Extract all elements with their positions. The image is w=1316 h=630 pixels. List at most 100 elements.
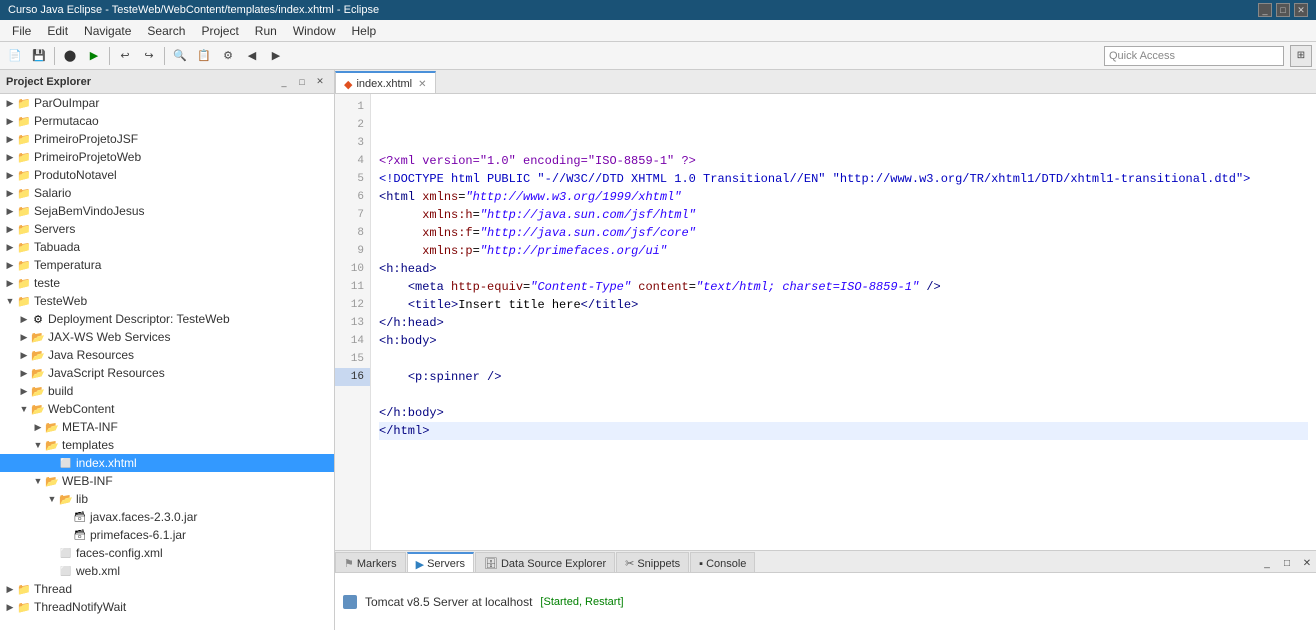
tree-icon-templates: 📂 — [44, 437, 60, 453]
tree-item-templates[interactable]: ▼📂templates — [0, 436, 334, 454]
tree-item-metainf[interactable]: ▶📂META-INF — [0, 418, 334, 436]
tree-arrow-primeiroprojeto: ▶ — [4, 134, 16, 145]
menu-window[interactable]: Window — [285, 22, 344, 40]
tree-item-webinf[interactable]: ▼📂WEB-INF — [0, 472, 334, 490]
bottom-close-btn[interactable]: ✕ — [1298, 554, 1316, 572]
tree-item-parouimpar[interactable]: ▶📁ParOuImpar — [0, 94, 334, 112]
tree-item-indexxhtml[interactable]: ⬜index.xhtml — [0, 454, 334, 472]
tree-arrow-thread: ▶ — [4, 584, 16, 595]
close-panel-button[interactable]: ✕ — [312, 74, 328, 90]
tree-arrow-lib: ▼ — [46, 494, 58, 504]
toolbar-btn-5[interactable]: ⚙ — [217, 45, 239, 67]
tree-item-jsresources[interactable]: ▶📂JavaScript Resources — [0, 364, 334, 382]
tree-item-primeiroprojeto[interactable]: ▶📁PrimeiroProjetoJSF — [0, 130, 334, 148]
tree-item-jsf-jar[interactable]: 🗃javax.faces-2.3.0.jar — [0, 508, 334, 526]
menu-edit[interactable]: Edit — [39, 22, 76, 40]
bottom-minimize-btn[interactable]: _ — [1258, 554, 1276, 572]
tree-item-lib[interactable]: ▼📂lib — [0, 490, 334, 508]
tree-arrow-metainf: ▶ — [32, 422, 44, 433]
tree-label-jaxws: JAX-WS Web Services — [48, 330, 170, 344]
tab-console[interactable]: ▪ Console — [690, 552, 755, 572]
tree-item-teste[interactable]: ▶📁teste — [0, 274, 334, 292]
project-tree[interactable]: ▶📁ParOuImpar▶📁Permutacao▶📁PrimeiroProjet… — [0, 94, 334, 630]
tree-item-deploymentdesc[interactable]: ▶⚙Deployment Descriptor: TesteWeb — [0, 310, 334, 328]
tree-label-indexxhtml: index.xhtml — [76, 456, 137, 470]
tree-icon-tabuada: 📁 — [16, 239, 32, 255]
tab-servers-label: Servers — [427, 558, 465, 570]
menu-project[interactable]: Project — [193, 22, 246, 40]
line-numbers: 12345678910111213141516 — [335, 94, 371, 550]
title-bar: Curso Java Eclipse - TesteWeb/WebContent… — [0, 0, 1316, 20]
tree-item-webcontent[interactable]: ▼📂WebContent — [0, 400, 334, 418]
menu-search[interactable]: Search — [139, 22, 193, 40]
tab-markers[interactable]: ⚑ Markers — [335, 552, 406, 572]
maximize-panel-button[interactable]: □ — [294, 74, 310, 90]
tree-item-threadnotify[interactable]: ▶📁ThreadNotifyWait — [0, 598, 334, 616]
server-status: [Started, Restart] — [540, 596, 623, 608]
toolbar-btn-2[interactable]: ↪ — [138, 45, 160, 67]
tree-arrow-primeiroprojeto2: ▶ — [4, 152, 16, 163]
main-toolbar: 📄 💾 ⬤ ▶ ↩ ↪ 🔍 📋 ⚙ ◀ ▶ Quick Access ⊞ — [0, 42, 1316, 70]
tree-item-sejabem[interactable]: ▶📁SejaBemVindoJesus — [0, 202, 334, 220]
run-button[interactable]: ▶ — [83, 45, 105, 67]
tree-item-testeweb[interactable]: ▼📁TesteWeb — [0, 292, 334, 310]
debug-button[interactable]: ⬤ — [59, 45, 81, 67]
tree-item-servers[interactable]: ▶📁Servers — [0, 220, 334, 238]
tree-item-javaresources[interactable]: ▶📂Java Resources — [0, 346, 334, 364]
new-button[interactable]: 📄 — [4, 45, 26, 67]
code-line-4: xmlns:h="http://java.sun.com/jsf/html" — [379, 206, 1308, 224]
quick-access-box[interactable]: Quick Access — [1104, 46, 1284, 66]
tree-item-salario[interactable]: ▶📁Salario — [0, 184, 334, 202]
tree-item-jaxws[interactable]: ▶📂JAX-WS Web Services — [0, 328, 334, 346]
tree-label-lib: lib — [76, 492, 88, 506]
menu-run[interactable]: Run — [247, 22, 285, 40]
toolbar-btn-4[interactable]: 📋 — [193, 45, 215, 67]
tree-item-facesconfig[interactable]: ⬜faces-config.xml — [0, 544, 334, 562]
tree-item-pf-jar[interactable]: 🗃primefaces-6.1.jar — [0, 526, 334, 544]
tree-item-thread[interactable]: ▶📁Thread — [0, 580, 334, 598]
line-number-13: 13 — [335, 314, 370, 332]
tree-item-primeiroprojeto2[interactable]: ▶📁PrimeiroProjetoWeb — [0, 148, 334, 166]
markers-icon: ⚑ — [344, 557, 354, 570]
bottom-maximize-btn[interactable]: □ — [1278, 554, 1296, 572]
tree-arrow-threadnotify: ▶ — [4, 602, 16, 613]
tab-close-button[interactable]: ✕ — [418, 79, 426, 90]
maximize-button[interactable]: □ — [1276, 3, 1290, 17]
tree-label-servers: Servers — [34, 222, 75, 236]
toolbar-btn-7[interactable]: ▶ — [265, 45, 287, 67]
tree-item-produtonotavel[interactable]: ▶📁ProdutoNotavel — [0, 166, 334, 184]
tab-index-xhtml[interactable]: ◆ index.xhtml ✕ — [335, 71, 436, 93]
tab-servers[interactable]: ▶ Servers — [407, 552, 474, 572]
toolbar-btn-6[interactable]: ◀ — [241, 45, 263, 67]
tree-item-webxml[interactable]: ⬜web.xml — [0, 562, 334, 580]
window-controls[interactable]: _ □ ✕ — [1258, 3, 1308, 17]
save-button[interactable]: 💾 — [28, 45, 50, 67]
tree-item-build[interactable]: ▶📂build — [0, 382, 334, 400]
tree-icon-parouimpar: 📁 — [16, 95, 32, 111]
minimize-panel-button[interactable]: _ — [276, 74, 292, 90]
menu-file[interactable]: File — [4, 22, 39, 40]
perspective-button[interactable]: ⊞ — [1290, 45, 1312, 67]
tree-item-temperatura[interactable]: ▶📁Temperatura — [0, 256, 334, 274]
close-button[interactable]: ✕ — [1294, 3, 1308, 17]
tab-datasource[interactable]: 🗄 Data Source Explorer — [475, 552, 615, 572]
code-line-8: <meta http-equiv="Content-Type" content=… — [379, 278, 1308, 296]
code-editor[interactable]: 12345678910111213141516 <?xml version="1… — [335, 94, 1316, 550]
tree-arrow-javaresources: ▶ — [18, 350, 30, 361]
project-explorer-header: Project Explorer _ □ ✕ — [0, 70, 334, 94]
tree-arrow-permutacao: ▶ — [4, 116, 16, 127]
window-title: Curso Java Eclipse - TesteWeb/WebContent… — [8, 4, 379, 16]
minimize-button[interactable]: _ — [1258, 3, 1272, 17]
menu-navigate[interactable]: Navigate — [76, 22, 139, 40]
code-content[interactable]: <?xml version="1.0" encoding="ISO-8859-1… — [371, 94, 1316, 550]
tree-item-permutacao[interactable]: ▶📁Permutacao — [0, 112, 334, 130]
tree-item-tabuada[interactable]: ▶📁Tabuada — [0, 238, 334, 256]
toolbar-btn-3[interactable]: 🔍 — [169, 45, 191, 67]
toolbar-btn-1[interactable]: ↩ — [114, 45, 136, 67]
tree-label-jsf-jar: javax.faces-2.3.0.jar — [90, 510, 197, 524]
tab-snippets[interactable]: ✂ Snippets — [616, 552, 689, 572]
tree-arrow-webcontent: ▼ — [18, 404, 30, 414]
menu-help[interactable]: Help — [344, 22, 385, 40]
code-line-16: </html> — [379, 422, 1308, 440]
line-number-10: 10 — [335, 260, 370, 278]
